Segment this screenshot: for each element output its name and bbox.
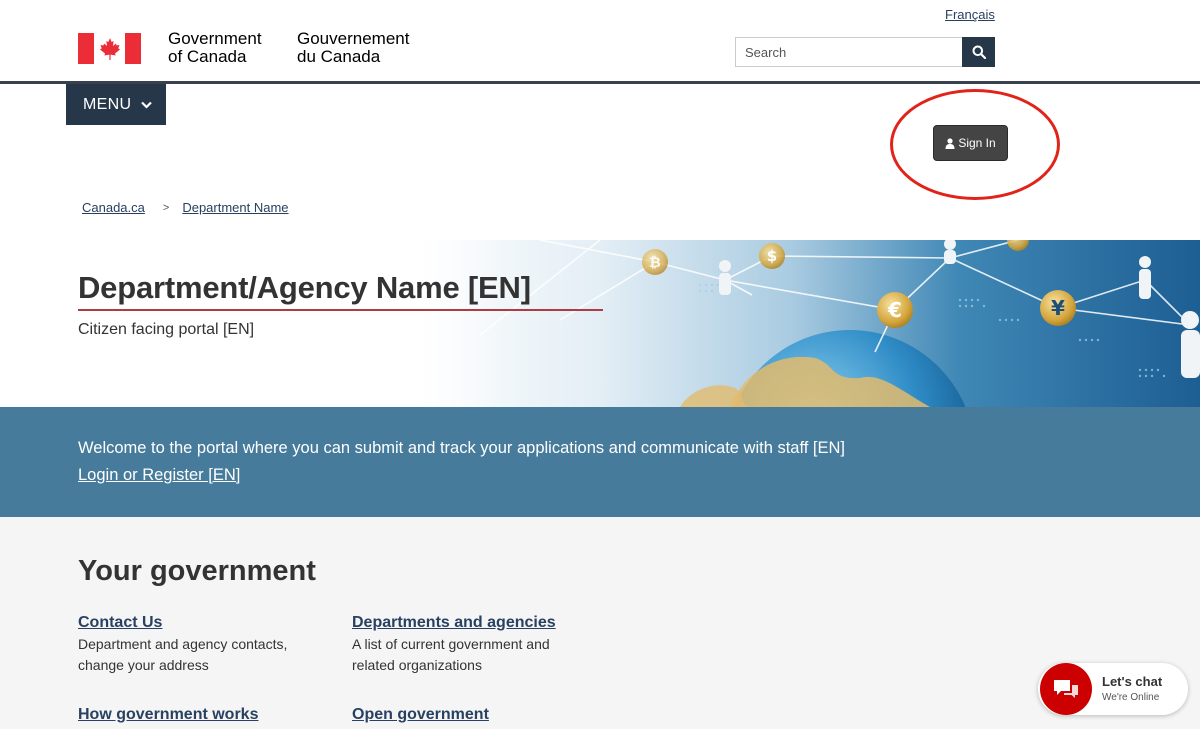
wordmark-fr-line2: du Canada: [297, 47, 381, 66]
gov-item-departments: Departments and agencies A list of curre…: [352, 614, 592, 676]
breadcrumb-item-canada[interactable]: Canada.ca: [82, 200, 145, 215]
departments-agencies-link[interactable]: Departments and agencies: [352, 614, 592, 632]
chat-status: We're Online: [1102, 692, 1160, 703]
wordmark-en-line2: of Canada: [168, 47, 247, 66]
chat-title: Let's chat: [1102, 674, 1163, 689]
user-icon: [945, 137, 955, 149]
breadcrumb-separator: >: [162, 201, 170, 214]
welcome-text: Welcome to the portal where you can subm…: [78, 439, 846, 457]
contact-us-description: Department and agency contacts, change y…: [78, 636, 288, 673]
wordmark-fr-line1: Gouvernement: [297, 29, 410, 48]
how-government-works-link[interactable]: How government works: [78, 706, 318, 724]
svg-text:¥: ¥: [1051, 296, 1065, 320]
chevron-down-icon: [141, 101, 153, 109]
svg-text:€: €: [887, 298, 902, 322]
chat-bubble-icon: [1040, 663, 1092, 715]
hero-banner: ₿ $ € ¥ Department/Agency Name [EN] Citi…: [0, 240, 1200, 407]
sign-in-label: Sign In: [958, 136, 996, 150]
search-icon: [972, 45, 986, 59]
government-wordmark-fr: Gouvernement du Canada: [297, 30, 409, 66]
menu-button[interactable]: MENU: [66, 84, 166, 125]
your-government-section: Your government Contact Us Department an…: [0, 517, 1200, 729]
gov-item-contact-us: Contact Us Department and agency contact…: [78, 614, 318, 676]
breadcrumb: Canada.ca > Department Name: [82, 200, 289, 215]
title-underline: [78, 309, 603, 311]
maple-leaf-icon: [99, 37, 120, 60]
gov-item-open-government: Open government: [352, 706, 592, 724]
page-title: Department/Agency Name [EN]: [78, 270, 531, 305]
welcome-banner: Welcome to the portal where you can subm…: [0, 407, 1200, 517]
language-toggle-link[interactable]: Français: [945, 7, 995, 22]
open-government-link[interactable]: Open government: [352, 706, 592, 724]
menu-label: MENU: [83, 95, 132, 113]
search-input[interactable]: [735, 37, 963, 67]
breadcrumb-item-department[interactable]: Department Name: [182, 200, 288, 215]
svg-text:$: $: [767, 247, 777, 265]
wordmark-en-line1: Government: [168, 29, 262, 48]
gov-item-how-government-works: How government works: [78, 706, 318, 724]
departments-agencies-description: A list of current government and related…: [352, 636, 550, 673]
section-title: Your government: [78, 555, 316, 587]
page-subtitle: Citizen facing portal [EN]: [78, 321, 255, 338]
search-button[interactable]: [962, 37, 995, 67]
login-register-link[interactable]: Login or Register [EN]: [78, 466, 240, 485]
contact-us-link[interactable]: Contact Us: [78, 614, 318, 632]
canada-flag-logo: [78, 33, 141, 64]
government-wordmark-en: Government of Canada: [168, 30, 262, 66]
svg-text:₿: ₿: [649, 255, 660, 271]
header-divider: [0, 81, 1200, 84]
sign-in-button[interactable]: Sign In: [933, 125, 1008, 161]
chat-widget[interactable]: Let's chat We're Online: [1038, 663, 1188, 715]
